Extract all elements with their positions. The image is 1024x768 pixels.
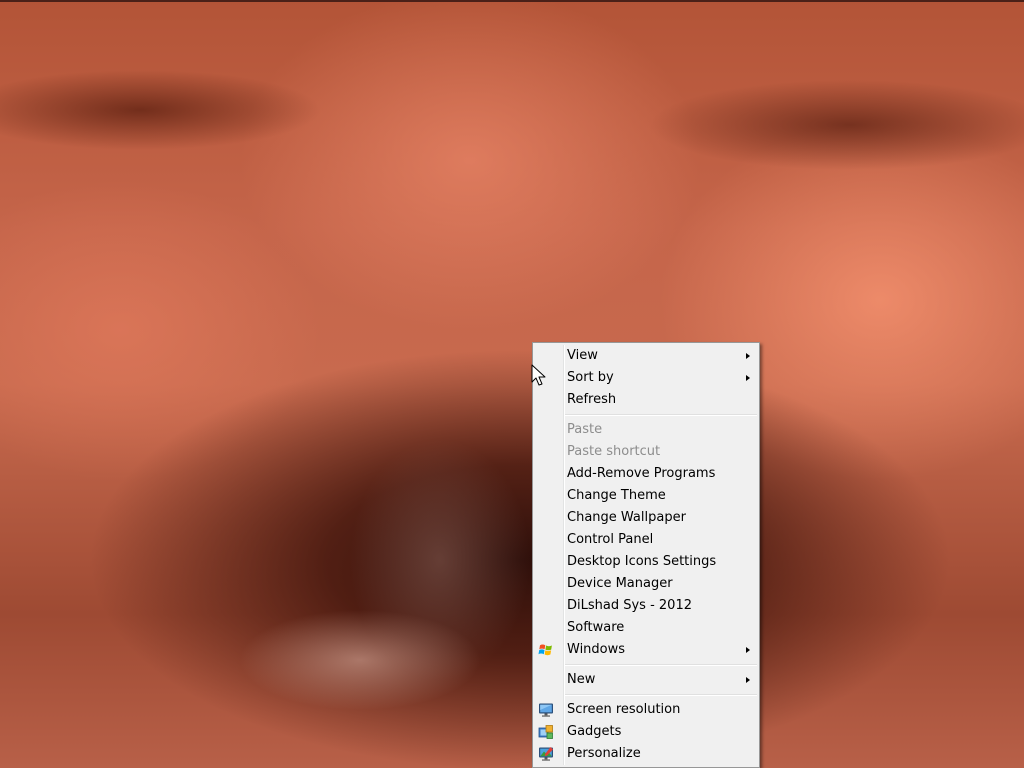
menu-item-label: Paste (567, 422, 603, 437)
menu-item-control-panel[interactable]: Control Panel (533, 529, 759, 551)
menu-item-software[interactable]: Software (533, 617, 759, 639)
menu-item-sort-by[interactable]: Sort by (533, 367, 759, 389)
menu-item-label: Desktop Icons Settings (567, 554, 717, 569)
menu-separator (533, 691, 759, 699)
menu-item-label: Control Panel (567, 532, 654, 547)
menu-item-label: View (567, 348, 598, 363)
menu-item-paste-shortcut[interactable]: Paste shortcut (533, 441, 759, 463)
menu-item-desktop-icons-settings[interactable]: Desktop Icons Settings (533, 551, 759, 573)
menu-item-personalize[interactable]: Personalize (533, 743, 759, 765)
menu-item-label: Screen resolution (567, 702, 681, 717)
submenu-arrow-icon (746, 677, 750, 683)
menu-item-label: DiLshad Sys - 2012 (567, 598, 692, 613)
screen-resolution-icon (539, 703, 553, 717)
submenu-arrow-icon (746, 375, 750, 381)
menu-item-refresh[interactable]: Refresh (533, 389, 759, 411)
menu-item-label: Sort by (567, 370, 614, 385)
menu-item-change-wallpaper[interactable]: Change Wallpaper (533, 507, 759, 529)
menu-item-paste[interactable]: Paste (533, 419, 759, 441)
submenu-arrow-icon (746, 647, 750, 653)
menu-item-label: Gadgets (567, 724, 622, 739)
menu-item-label: Add-Remove Programs (567, 466, 716, 481)
menu-item-new[interactable]: New (533, 669, 759, 691)
menu-item-windows[interactable]: Windows (533, 639, 759, 661)
menu-item-view[interactable]: View (533, 345, 759, 367)
menu-item-label: Software (567, 620, 625, 635)
menu-item-screen-resolution[interactable]: Screen resolution (533, 699, 759, 721)
menu-item-device-manager[interactable]: Device Manager (533, 573, 759, 595)
menu-item-dilshad-sys[interactable]: DiLshad Sys - 2012 (533, 595, 759, 617)
menu-item-label: Refresh (567, 392, 617, 407)
menu-item-label: Device Manager (567, 576, 673, 591)
menu-item-add-remove-programs[interactable]: Add-Remove Programs (533, 463, 759, 485)
desktop-context-menu: View Sort by Refresh Paste Paste shortcu… (532, 342, 760, 768)
menu-item-label: Windows (567, 642, 626, 657)
menu-item-label: Personalize (567, 746, 641, 761)
submenu-arrow-icon (746, 353, 750, 359)
windows-logo-icon (538, 644, 552, 656)
menu-item-label: Change Wallpaper (567, 510, 686, 525)
menu-separator (533, 411, 759, 419)
menu-item-label: Change Theme (567, 488, 666, 503)
personalize-icon (539, 747, 553, 761)
menu-item-gadgets[interactable]: Gadgets (533, 721, 759, 743)
mouse-pointer-icon (531, 364, 546, 386)
menu-item-label: New (567, 672, 596, 687)
menu-item-label: Paste shortcut (567, 444, 661, 459)
screen-top-edge (0, 0, 1024, 2)
desktop-background[interactable]: View Sort by Refresh Paste Paste shortcu… (0, 0, 1024, 768)
menu-separator (533, 661, 759, 669)
menu-item-change-theme[interactable]: Change Theme (533, 485, 759, 507)
gadgets-icon (538, 725, 553, 739)
